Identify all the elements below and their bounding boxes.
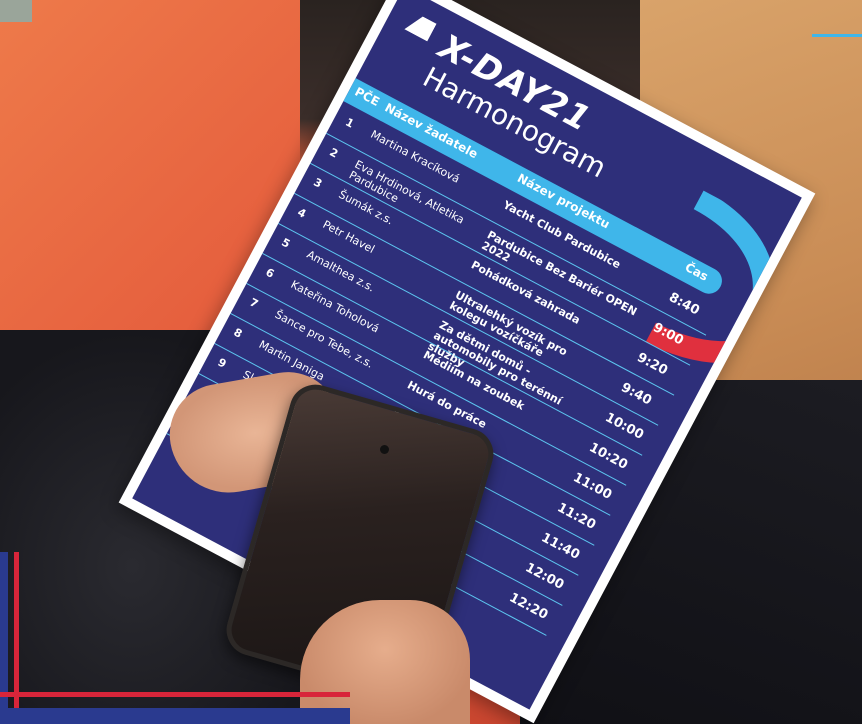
row-number: 5: [279, 235, 293, 251]
frame-blue-horizontal: [0, 708, 350, 724]
row-number: 9: [215, 355, 229, 371]
row-number: 4: [295, 205, 309, 221]
row-number: 8: [231, 325, 245, 341]
row-time: 9:00: [650, 320, 686, 349]
row-number: 7: [247, 295, 261, 311]
frame-red-horizontal: [0, 692, 350, 697]
row-time: 9:20: [634, 350, 670, 379]
row-number: 2: [327, 145, 341, 161]
frame-red-vertical: [14, 552, 19, 724]
row-number: 1: [343, 115, 357, 131]
row-time: 8:40: [666, 290, 702, 319]
phone-camera-icon: [380, 445, 389, 454]
logo-icon: [404, 12, 436, 42]
row-time: 9:40: [618, 380, 655, 409]
row-time: 12:20: [506, 590, 551, 623]
frame-blue-vertical: [0, 552, 8, 724]
column-header-pce: PČE: [352, 84, 382, 109]
photo-scene: X-DAY21 Harmonogram PČE Název žadatele N…: [0, 0, 862, 724]
top-right-accent-line: [812, 34, 862, 37]
top-left-corner-block: [0, 0, 32, 22]
row-number: 6: [263, 265, 277, 281]
row-number: 3: [311, 175, 325, 191]
